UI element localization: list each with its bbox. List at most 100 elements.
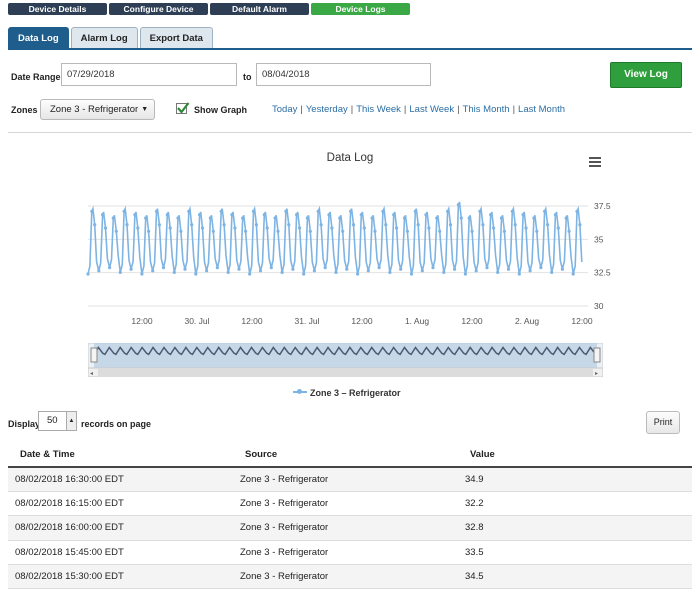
data-point-marker[interactable] xyxy=(492,226,496,230)
data-point-marker[interactable] xyxy=(215,266,219,270)
navigator-left-handle[interactable] xyxy=(90,347,98,363)
data-point-marker[interactable] xyxy=(308,229,312,233)
data-point-marker[interactable] xyxy=(176,216,180,220)
data-point-marker[interactable] xyxy=(111,216,115,220)
header-date-time[interactable]: Date & Time xyxy=(8,443,233,468)
data-point-marker[interactable] xyxy=(539,266,543,270)
data-point-marker[interactable] xyxy=(521,213,525,217)
data-point-marker[interactable] xyxy=(168,226,172,230)
data-point-marker[interactable] xyxy=(230,213,234,217)
data-point-marker[interactable] xyxy=(254,223,258,227)
data-point-marker[interactable] xyxy=(172,270,176,274)
data-point-marker[interactable] xyxy=(157,223,161,227)
data-point-marker[interactable] xyxy=(208,216,212,220)
data-point-marker[interactable] xyxy=(298,226,302,230)
data-point-marker[interactable] xyxy=(183,267,187,271)
data-point-marker[interactable] xyxy=(136,226,140,230)
data-point-marker[interactable] xyxy=(305,216,309,220)
data-point-marker[interactable] xyxy=(334,270,338,274)
data-point-marker[interactable] xyxy=(388,270,392,274)
data-point-marker[interactable] xyxy=(198,213,202,217)
data-point-marker[interactable] xyxy=(144,216,148,220)
data-point-marker[interactable] xyxy=(424,213,428,217)
data-point-marker[interactable] xyxy=(295,213,299,217)
data-point-marker[interactable] xyxy=(442,270,446,274)
data-point-marker[interactable] xyxy=(319,223,323,227)
data-point-marker[interactable] xyxy=(543,209,547,213)
data-point-marker[interactable] xyxy=(560,267,565,271)
data-point-marker[interactable] xyxy=(154,209,159,213)
data-point-marker[interactable] xyxy=(108,266,112,270)
data-point-marker[interactable] xyxy=(222,223,226,227)
data-point-marker[interactable] xyxy=(276,229,280,233)
data-point-marker[interactable] xyxy=(244,229,248,233)
data-point-marker[interactable] xyxy=(448,223,453,227)
data-point-marker[interactable] xyxy=(478,209,482,213)
data-point-marker[interactable] xyxy=(463,272,467,276)
data-point-marker[interactable] xyxy=(496,270,500,274)
data-point-marker[interactable] xyxy=(556,226,560,230)
data-point-marker[interactable] xyxy=(578,223,582,227)
data-point-marker[interactable] xyxy=(241,216,245,220)
data-point-marker[interactable] xyxy=(327,213,331,217)
data-point-marker[interactable] xyxy=(499,216,504,220)
data-point-marker[interactable] xyxy=(502,229,506,233)
data-point-marker[interactable] xyxy=(323,266,327,270)
data-point-marker[interactable] xyxy=(248,272,252,276)
data-point-marker[interactable] xyxy=(356,272,360,276)
page-size-select[interactable]: 50 ▲ xyxy=(38,411,77,431)
chart-navigator[interactable]: ◂ ▸ xyxy=(88,343,603,377)
data-point-marker[interactable] xyxy=(575,209,579,213)
data-point-marker[interactable] xyxy=(517,272,521,276)
data-point-marker[interactable] xyxy=(97,269,101,273)
data-point-marker[interactable] xyxy=(506,267,511,271)
data-point-marker[interactable] xyxy=(438,229,442,233)
data-point-marker[interactable] xyxy=(481,223,485,227)
data-point-marker[interactable] xyxy=(381,209,385,213)
data-point-marker[interactable] xyxy=(395,226,399,230)
data-point-marker[interactable] xyxy=(416,223,420,227)
data-point-marker[interactable] xyxy=(265,226,269,230)
data-point-marker[interactable] xyxy=(118,270,122,274)
data-point-marker[interactable] xyxy=(510,209,514,213)
data-point-marker[interactable] xyxy=(470,229,474,233)
data-point-marker[interactable] xyxy=(524,226,528,230)
data-point-marker[interactable] xyxy=(567,229,571,233)
data-point-marker[interactable] xyxy=(269,266,273,270)
data-point-marker[interactable] xyxy=(133,213,137,217)
data-point-marker[interactable] xyxy=(122,209,126,213)
header-source[interactable]: Source xyxy=(233,443,458,468)
data-point-marker[interactable] xyxy=(114,229,118,233)
data-point-marker[interactable] xyxy=(384,223,388,227)
data-point-marker[interactable] xyxy=(349,209,353,213)
data-point-marker[interactable] xyxy=(90,209,94,213)
data-point-marker[interactable] xyxy=(330,226,334,230)
chart-legend[interactable]: Zone 3 – Refrigerator xyxy=(293,388,401,398)
data-point-marker[interactable] xyxy=(161,266,166,270)
data-point-marker[interactable] xyxy=(341,229,345,233)
data-point-marker[interactable] xyxy=(187,209,191,213)
data-point-marker[interactable] xyxy=(370,216,374,220)
data-point-marker[interactable] xyxy=(528,269,532,273)
data-point-marker[interactable] xyxy=(258,269,263,273)
data-point-marker[interactable] xyxy=(489,213,493,217)
data-point-marker[interactable] xyxy=(550,270,554,274)
data-point-marker[interactable] xyxy=(564,216,568,220)
data-point-marker[interactable] xyxy=(571,272,575,276)
data-point-marker[interactable] xyxy=(535,229,539,233)
data-point-marker[interactable] xyxy=(453,267,457,271)
data-point-marker[interactable] xyxy=(302,272,306,276)
data-point-marker[interactable] xyxy=(179,229,183,233)
data-point-marker[interactable] xyxy=(151,269,155,273)
data-point-marker[interactable] xyxy=(532,216,536,220)
data-point-marker[interactable] xyxy=(194,272,198,276)
data-point-marker[interactable] xyxy=(147,229,151,233)
data-point-marker[interactable] xyxy=(431,266,435,270)
data-point-marker[interactable] xyxy=(291,267,295,271)
data-point-marker[interactable] xyxy=(446,209,450,213)
data-point-marker[interactable] xyxy=(200,226,205,230)
data-point-marker[interactable] xyxy=(312,269,316,273)
data-point-marker[interactable] xyxy=(165,213,169,217)
data-point-marker[interactable] xyxy=(485,266,489,270)
data-point-marker[interactable] xyxy=(373,229,377,233)
